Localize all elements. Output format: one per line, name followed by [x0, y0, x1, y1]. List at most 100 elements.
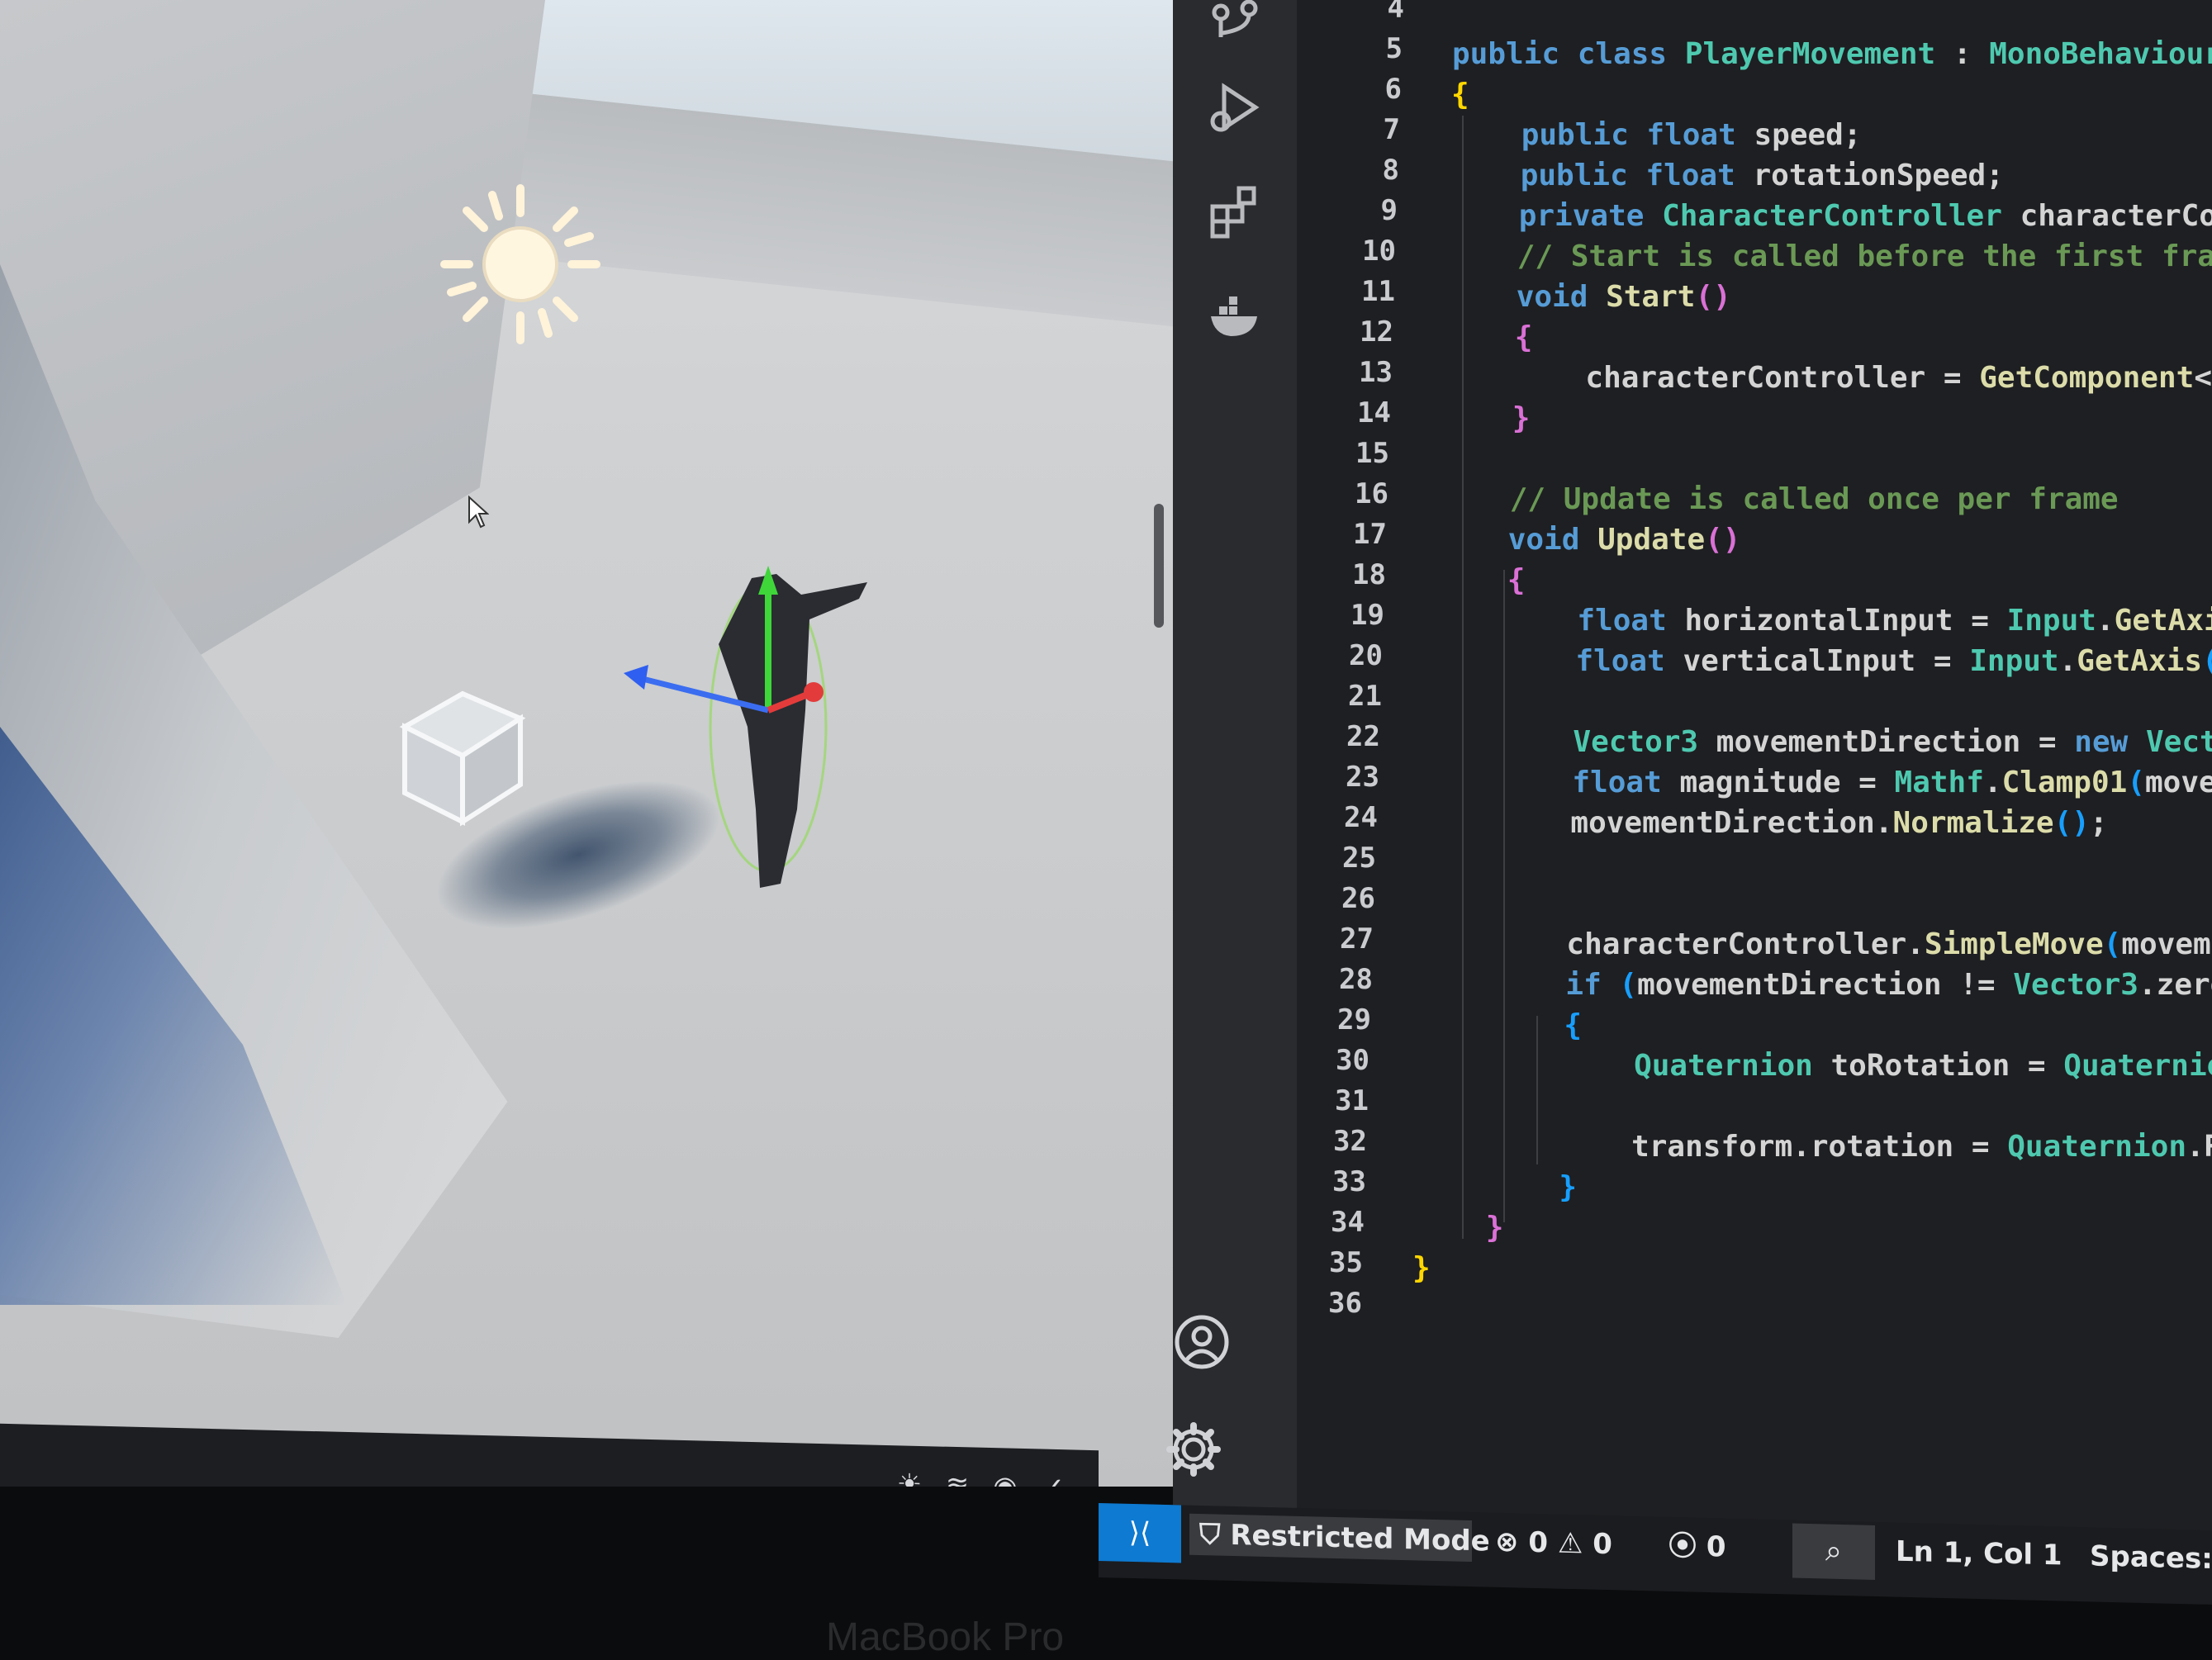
- code-line[interactable]: characterController = GetComponent<Ch: [1442, 361, 2212, 395]
- code-token: (: [2103, 927, 2122, 961]
- code-token: MonoBehaviour: [1989, 37, 2212, 71]
- line-number: 16: [1355, 477, 1388, 510]
- line-number: 7: [1383, 113, 1400, 146]
- code-line[interactable]: }: [1441, 401, 1531, 435]
- code-token: {: [1443, 320, 1533, 354]
- code-token: .Rota: [2186, 1130, 2212, 1164]
- code-line[interactable]: void Update(): [1436, 523, 1741, 557]
- editor-scrollbar[interactable]: [1154, 504, 1164, 628]
- code-line[interactable]: float horizontalInput = Input.GetAxis(: [1434, 604, 2212, 638]
- code-line[interactable]: Quaternion toRotation = Quaternion.: [1419, 1049, 2212, 1083]
- code-editor[interactable]: public class PlayerMovement : MonoBehavi…: [1404, 0, 2212, 1404]
- code-token: (): [1695, 280, 1731, 314]
- code-token: .: [2096, 604, 2115, 638]
- code-line[interactable]: if (movementDirection != Vector3.zero): [1422, 968, 2212, 1002]
- code-token: CharacterController: [1662, 199, 2020, 233]
- code-line[interactable]: public float speed;: [1450, 118, 1862, 152]
- code-token: {: [1421, 1008, 1583, 1042]
- code-token: :: [1935, 37, 1990, 71]
- line-number-gutter: 4 5 6 7 8 9 10 11 12 13 14 15 16 17 18 19 20 21 22 23 24 25 26…: [1247, 0, 1421, 1321]
- code-line[interactable]: public float rotationSpeed;: [1449, 159, 2004, 192]
- code-line[interactable]: float verticalInput = Input.GetAxis("V: [1432, 644, 2212, 678]
- code-token: Input: [2006, 604, 2096, 638]
- code-line[interactable]: // Start is called before the first fram…: [1445, 240, 2212, 273]
- code-token: speed;: [1754, 118, 1862, 152]
- code-token: SimpleMove: [1924, 927, 2104, 961]
- code-line[interactable]: movementDirection.Normalize();: [1427, 806, 2107, 840]
- settings-gear-icon[interactable]: [1165, 1420, 1222, 1478]
- line-number: 25: [1342, 842, 1376, 875]
- code-token: Update: [1597, 523, 1706, 557]
- code-line[interactable]: // Update is called once per frame: [1438, 482, 2119, 516]
- line-number: 28: [1339, 963, 1373, 996]
- line-number: 13: [1359, 356, 1393, 389]
- code-token: <Ch: [2194, 361, 2212, 395]
- problems-indicator[interactable]: ⊗ 0 ⚠ 0: [1495, 1521, 1612, 1565]
- code-line[interactable]: public class PlayerMovement : MonoBehavi…: [1452, 37, 2212, 71]
- cursor-position[interactable]: Ln 1, Col 1: [1896, 1531, 2062, 1577]
- code-line[interactable]: {: [1443, 320, 1533, 354]
- line-number: 11: [1361, 275, 1395, 308]
- scene-toolbar: ☀ ≋ ◉ ✓: [0, 1423, 1099, 1487]
- code-line[interactable]: {: [1421, 1008, 1582, 1042]
- visibility-icon[interactable]: ◉: [990, 1470, 1021, 1487]
- line-number: 19: [1350, 599, 1384, 632]
- code-line[interactable]: void Start(): [1445, 280, 1731, 314]
- code-token: characterCont: [2020, 199, 2212, 233]
- code-token: float: [1429, 766, 1680, 799]
- code-line[interactable]: }: [1414, 1211, 1504, 1245]
- bug-icon[interactable]: ☀: [894, 1468, 925, 1487]
- account-icon[interactable]: [1173, 1313, 1231, 1371]
- code-token: public float: [1450, 118, 1754, 152]
- code-token: Clamp01: [2001, 766, 2128, 799]
- player-character[interactable]: [611, 562, 892, 908]
- code-token: rotationSpeed;: [1753, 159, 2004, 192]
- indentation-setting[interactable]: Spaces: 4: [2090, 1535, 2212, 1581]
- layers-icon[interactable]: ≋: [942, 1469, 973, 1487]
- sun-icon[interactable]: [430, 173, 611, 355]
- check-circle-icon[interactable]: ✓: [1037, 1472, 1069, 1487]
- line-number: 23: [1346, 761, 1379, 794]
- code-line[interactable]: }: [1416, 1170, 1577, 1204]
- line-number: 21: [1348, 680, 1382, 713]
- code-line[interactable]: float magnitude = Mathf.Clamp01(moveme: [1429, 766, 2212, 799]
- unity-scene-view[interactable]: ☀ ≋ ◉ ✓: [0, 0, 1173, 1487]
- code-token: movementDirection.: [1427, 806, 1893, 840]
- code-line[interactable]: Vector3 movementDirection = new Vector: [1430, 725, 2212, 759]
- line-number: 24: [1344, 801, 1378, 834]
- code-token: // Update is called once per frame: [1438, 482, 2119, 516]
- ports-indicator[interactable]: ⦿ 0: [1668, 1525, 1726, 1568]
- code-token: movement: [2121, 927, 2212, 961]
- code-token: movementDirection =: [1716, 725, 2075, 759]
- code-line[interactable]: {: [1436, 563, 1526, 597]
- code-token: horizontalInput =: [1684, 604, 2007, 638]
- zoom-icon[interactable]: ⌕: [1792, 1523, 1875, 1580]
- cube-icon[interactable]: [388, 677, 537, 834]
- code-line[interactable]: }: [1412, 1251, 1431, 1285]
- code-token: .zero: [2138, 968, 2212, 1002]
- code-token: Start: [1606, 280, 1696, 314]
- code-line[interactable]: transform.rotation = Quaternion.Rota: [1417, 1130, 2212, 1164]
- line-number: 32: [1333, 1125, 1367, 1158]
- restricted-mode-indicator[interactable]: ⛉ Restricted Mode: [1189, 1513, 1490, 1563]
- line-number: 26: [1341, 882, 1375, 915]
- code-line[interactable]: characterController.SimpleMove(movement: [1423, 927, 2212, 961]
- line-number: 35: [1329, 1246, 1363, 1279]
- code-token: float: [1434, 604, 1685, 638]
- line-number: 34: [1331, 1206, 1365, 1239]
- code-token: // Start is called before the first fram…: [1445, 240, 2212, 273]
- broadcast-icon: ⦿: [1668, 1529, 1697, 1563]
- remote-icon[interactable]: ⟩⟨: [1099, 1503, 1181, 1563]
- code-token: Vector: [2145, 725, 2212, 759]
- laptop-bezel-label: MacBook Pro: [826, 1615, 1065, 1659]
- code-line[interactable]: {: [1451, 78, 1469, 111]
- code-token: Input: [1969, 644, 2059, 678]
- code-token: (): [1705, 523, 1741, 557]
- code-token: .: [2058, 644, 2077, 678]
- code-token: transform.rotation =: [1417, 1130, 2008, 1164]
- line-number: 30: [1336, 1044, 1369, 1077]
- line-number: 15: [1355, 437, 1389, 470]
- code-token: PlayerMovement: [1684, 37, 1936, 71]
- code-line[interactable]: private CharacterController characterCon…: [1447, 199, 2212, 233]
- code-token: magnitude =: [1679, 766, 1895, 799]
